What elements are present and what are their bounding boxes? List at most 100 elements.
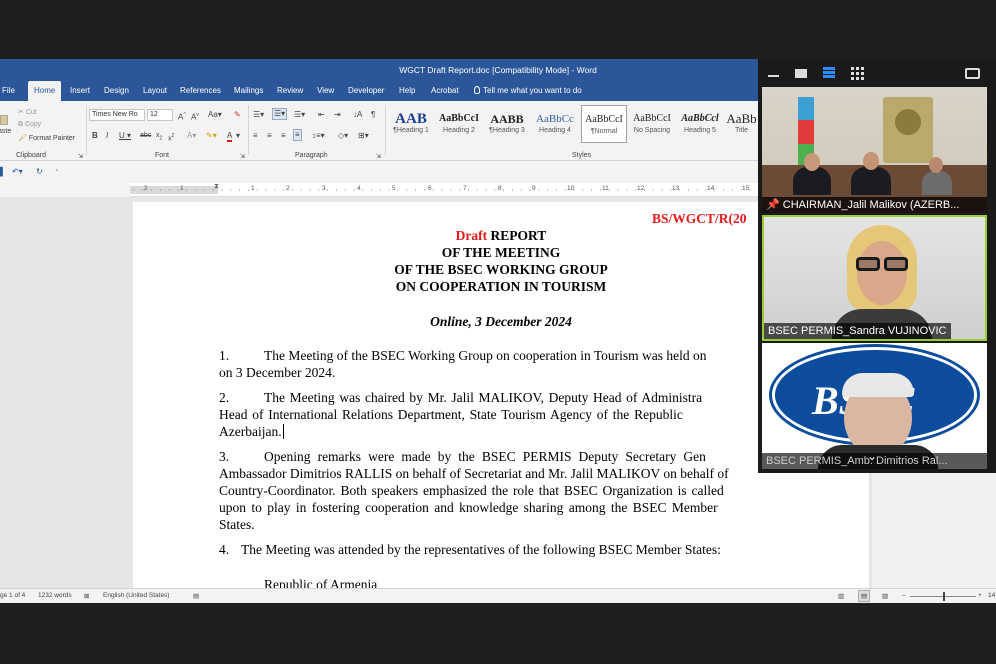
document-canvas[interactable]: BS/WGCT/R(20 Draft REPORT OF THE MEETING… <box>0 197 872 588</box>
justify-icon[interactable]: ≡ <box>293 129 302 141</box>
brush-icon: 🖌 <box>18 135 27 142</box>
word-count[interactable]: 1232 words <box>38 592 72 599</box>
video-tile-active-speaker[interactable]: BSEC PERMIS_Sandra VUJINOVIC <box>762 215 987 341</box>
proofing-icon[interactable]: ⊠ <box>84 592 89 600</box>
style-title[interactable]: AaBb Title <box>725 105 758 143</box>
tab-references[interactable]: References <box>176 81 225 101</box>
align-right-icon[interactable]: ≡ <box>281 131 286 141</box>
style-normal[interactable]: AaBbCcI ¶Normal <box>581 105 627 143</box>
emblem-icon <box>895 109 921 135</box>
bold-icon[interactable]: B <box>92 131 98 141</box>
exit-minimized-icon[interactable] <box>965 68 980 79</box>
tab-home[interactable]: Home <box>28 81 62 101</box>
tab-design[interactable]: Design <box>100 81 133 101</box>
read-mode-icon[interactable]: ▥ <box>838 592 844 600</box>
tab-help[interactable]: Help <box>395 81 419 101</box>
clear-formatting-icon[interactable]: ✎ <box>234 110 241 120</box>
participant-name: BSEC PERMIS_Sandra VUJINOVIC <box>768 325 947 337</box>
video-tile-secretariat[interactable]: BSEC BSEC PERMIS_Amb. Dimitrios Ral... ⌄ <box>762 343 987 469</box>
increase-indent-icon[interactable]: ⇥ <box>334 110 341 120</box>
line-spacing-icon[interactable]: ↕≡▾ <box>312 131 325 141</box>
font-color-dropdown-icon[interactable]: ▾ <box>236 131 240 141</box>
text-effects-icon[interactable]: A▾ <box>187 131 196 141</box>
save-icon[interactable]: ▌ <box>0 167 6 177</box>
align-left-icon[interactable]: ≡ <box>253 131 258 141</box>
macro-record-icon[interactable]: ▤ <box>193 592 199 600</box>
chevron-down-icon[interactable]: ⌄ <box>867 449 877 463</box>
ruler-number: 5 <box>392 185 396 192</box>
font-size-box[interactable]: 12 <box>147 109 173 121</box>
decrease-indent-icon[interactable]: ⇤ <box>318 110 325 120</box>
tab-acrobat[interactable]: Acrobat <box>427 81 463 101</box>
tab-view[interactable]: View <box>313 81 338 101</box>
format-painter-button[interactable]: 🖌 Format Painter <box>18 134 75 142</box>
paragraph-2-line-3: Azerbaijan. <box>219 423 785 440</box>
align-center-icon[interactable]: ≡ <box>267 131 272 141</box>
tell-me-search[interactable]: Tell me what you want to do <box>470 81 586 101</box>
undo-icon[interactable]: ↶▾ <box>12 167 23 177</box>
change-case-icon[interactable]: Aa▾ <box>208 110 222 120</box>
shrink-font-icon[interactable]: Av <box>191 110 199 123</box>
underline-icon[interactable]: U ▾ <box>119 131 131 141</box>
language-indicator[interactable]: English (United States) <box>103 592 169 599</box>
video-tile-chairman[interactable]: 📌 CHAIRMAN_Jalil Malikov (AZERB... <box>762 87 987 213</box>
zoom-level[interactable]: 14 <box>988 592 995 599</box>
minimize-icon[interactable] <box>768 75 779 77</box>
shading-icon[interactable]: ◇▾ <box>338 131 348 141</box>
paragraph-launcher-icon[interactable]: ⇲ <box>376 152 381 162</box>
zoom-out-icon[interactable]: – <box>902 592 906 599</box>
paste-icon[interactable] <box>0 115 8 125</box>
paste-label[interactable]: aste <box>0 127 11 137</box>
style-heading-3[interactable]: AABB ¶Heading 3 <box>484 105 530 143</box>
clipboard-group-label: Clipboard <box>16 152 46 159</box>
borders-icon[interactable]: ⊞▾ <box>358 131 369 141</box>
tab-insert[interactable]: Insert <box>66 81 94 101</box>
ruler-number: 9 <box>532 185 536 192</box>
ruler-number: 13 <box>672 185 680 192</box>
participant-name-bar: BSEC PERMIS_Sandra VUJINOVIC <box>764 323 951 339</box>
italic-icon[interactable]: I <box>106 131 108 141</box>
font-launcher-icon[interactable]: ⇲ <box>240 152 245 162</box>
style-heading-4[interactable]: AaBbCc Heading 4 <box>532 105 578 143</box>
page-count[interactable]: ge 1 of 4 <box>0 592 25 599</box>
sort-icon[interactable]: ↓A <box>353 110 362 120</box>
superscript-icon[interactable]: x2 <box>168 131 174 144</box>
tab-layout[interactable]: Layout <box>139 81 171 101</box>
horizontal-ruler[interactable]: ⧗ 2 1 1 2 3 4 5 6 7 8 9 10 11 12 13 14 1… <box>130 183 770 197</box>
style-heading-5[interactable]: AaBbCcl Heading 5 <box>677 105 723 143</box>
print-layout-icon[interactable]: ▤ <box>858 590 871 602</box>
grow-font-icon[interactable]: A^ <box>178 110 186 123</box>
zoom-slider-thumb[interactable] <box>943 592 945 601</box>
style-heading-2[interactable]: AaBbCcI Heading 2 <box>436 105 482 143</box>
tab-developer[interactable]: Developer <box>344 81 388 101</box>
gallery-view-icon[interactable] <box>851 67 864 80</box>
font-color-icon[interactable]: A <box>227 131 233 142</box>
customize-qat-icon[interactable]: ▫ <box>56 166 58 176</box>
multilevel-list-icon[interactable]: ☰▾ <box>294 110 305 120</box>
numbering-icon[interactable]: ☰▾ <box>272 108 288 120</box>
thumbnail-view-icon[interactable] <box>795 69 807 78</box>
web-layout-icon[interactable]: ▧ <box>882 592 888 600</box>
tab-mailings[interactable]: Mailings <box>230 81 267 101</box>
paragraph-1-line-2: on 3 December 2024. <box>219 365 336 380</box>
style-no-spacing[interactable]: AaBbCcI No Spacing <box>629 105 675 143</box>
tab-review[interactable]: Review <box>273 81 307 101</box>
tab-file[interactable]: File <box>0 81 19 101</box>
bullets-icon[interactable]: ☰▾ <box>253 110 264 120</box>
zoom-in-icon[interactable]: + <box>978 592 982 599</box>
paragraph-number: 2. <box>219 390 230 405</box>
speaker-bar <box>823 75 835 78</box>
ruler-number: 15 <box>742 185 750 192</box>
style-heading-1[interactable]: AAB ¶Heading 1 <box>388 105 434 143</box>
redo-icon[interactable]: ↻ <box>36 167 43 177</box>
highlight-icon[interactable]: ✎▾ <box>206 131 217 141</box>
copy-button[interactable]: ⧉ Copy <box>18 121 41 129</box>
show-formatting-icon[interactable]: ¶ <box>371 110 375 120</box>
font-name-box[interactable]: Times New Ro <box>89 109 145 121</box>
style-sample: AaBb <box>726 111 757 126</box>
subscript-icon[interactable]: x2 <box>156 131 162 143</box>
document-reference: BS/WGCT/R(20 <box>652 211 747 226</box>
speaker-view-icon[interactable] <box>823 67 835 79</box>
strikethrough-icon[interactable]: abc <box>140 131 151 141</box>
cut-button[interactable]: ✂ Cut <box>18 108 37 116</box>
